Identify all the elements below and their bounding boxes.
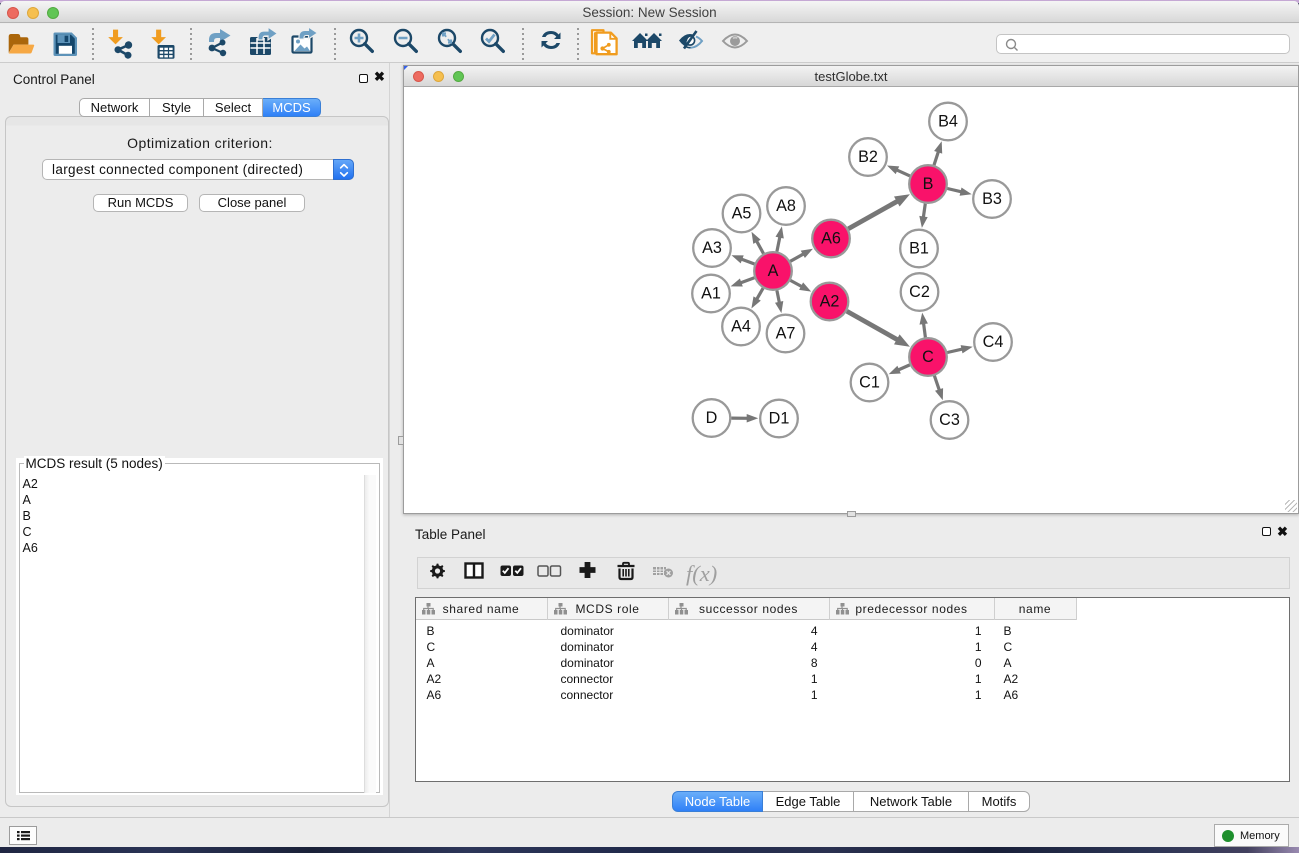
svg-text:A7: A7 [776,324,796,342]
svg-text:D: D [706,409,718,427]
svg-text:B4: B4 [938,112,958,130]
svg-text:B3: B3 [982,190,1002,208]
svg-text:A3: A3 [702,239,722,257]
svg-text:C1: C1 [859,373,880,391]
svg-text:C: C [922,348,934,366]
svg-text:A6: A6 [821,229,841,247]
svg-text:A4: A4 [731,317,751,335]
svg-text:C3: C3 [939,411,960,429]
svg-text:D1: D1 [769,409,790,427]
svg-text:B1: B1 [909,239,929,257]
svg-text:A5: A5 [732,204,752,222]
svg-text:B: B [923,175,934,193]
svg-text:A2: A2 [820,292,840,310]
svg-text:A: A [768,262,779,280]
svg-text:B2: B2 [858,148,878,166]
svg-text:A8: A8 [776,197,796,215]
svg-text:C2: C2 [909,283,930,301]
svg-text:C4: C4 [983,333,1004,351]
svg-text:A1: A1 [701,284,721,302]
